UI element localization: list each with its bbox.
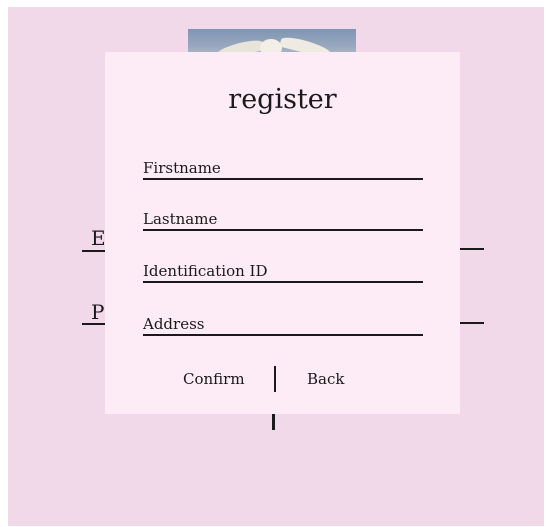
background-label-e: E [91,226,106,250]
modal-title: register [228,84,337,115]
confirm-button[interactable]: Confirm [183,370,245,388]
identification-id-field[interactable]: Identification ID [143,262,423,283]
modal-actions: Confirm Back [105,366,460,394]
background-field-line-left-2 [82,323,106,325]
address-field[interactable]: Address [143,315,423,336]
firstname-field[interactable]: Firstname [143,159,423,180]
actions-divider [274,366,276,392]
background-divider [272,414,275,430]
register-modal: register Firstname Lastname Identificati… [105,52,460,414]
back-button[interactable]: Back [307,370,344,388]
background-label-p: P [91,300,105,324]
background-field-line-left-1 [82,250,106,252]
lastname-field[interactable]: Lastname [143,210,423,231]
background-field-line-right-1 [460,248,484,250]
background-field-line-right-2 [460,322,484,324]
